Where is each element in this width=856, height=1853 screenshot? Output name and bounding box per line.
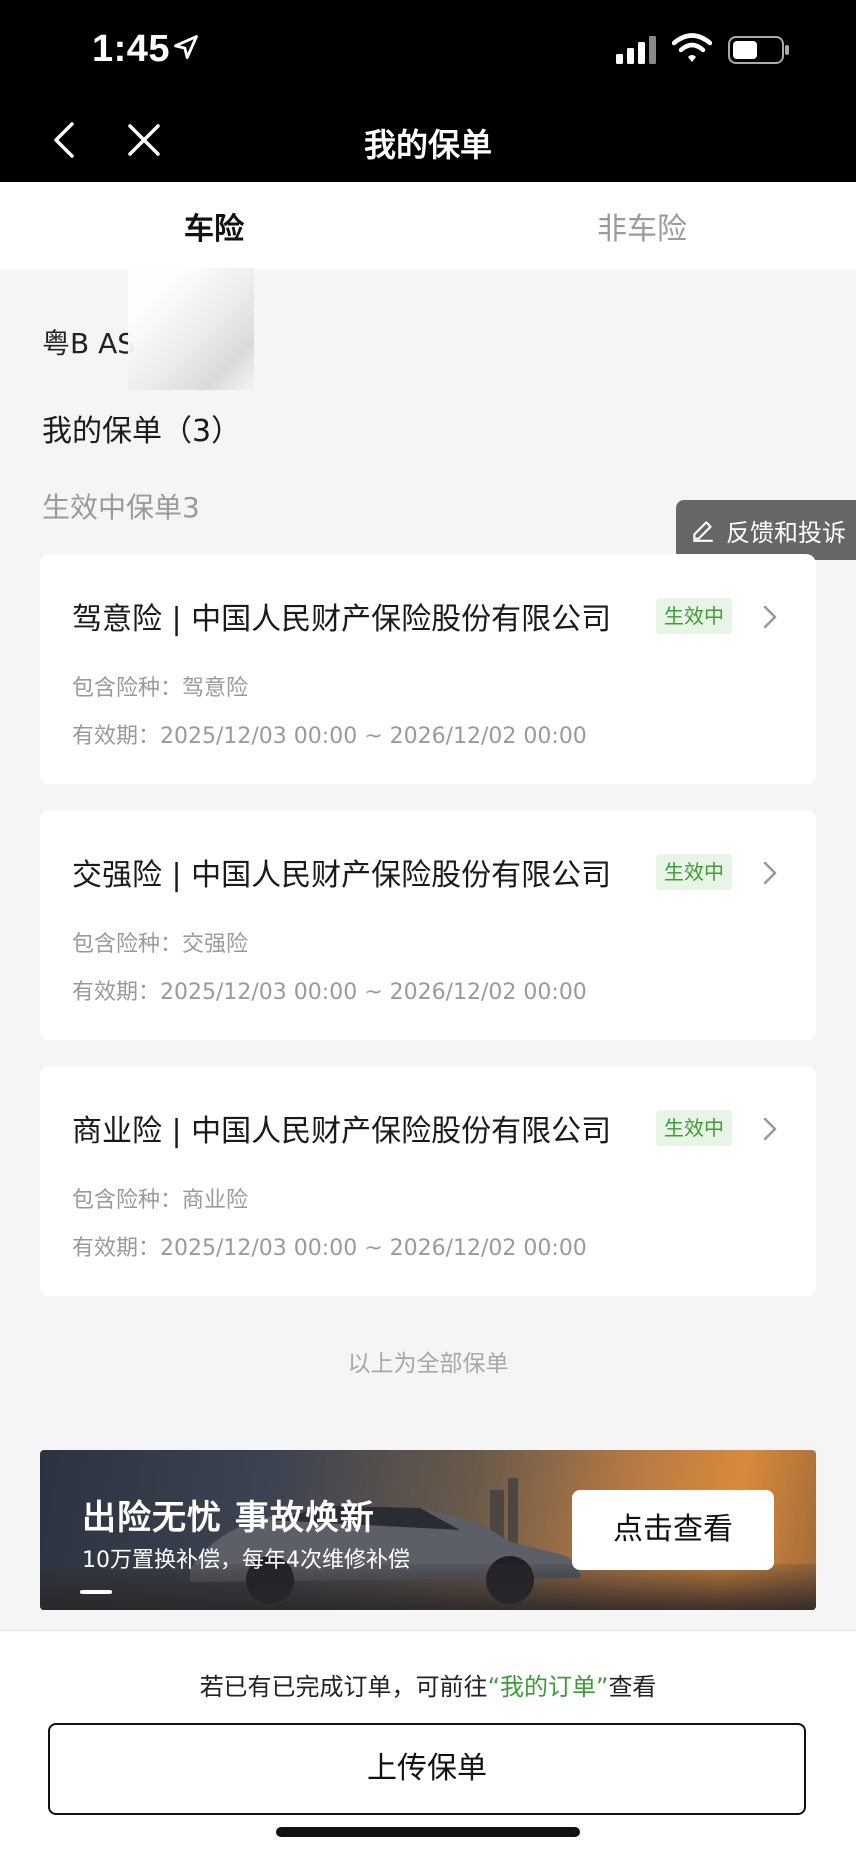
status-badge: 生效中 bbox=[656, 1110, 732, 1146]
tab-non-car-insurance[interactable]: 非车险 bbox=[532, 204, 752, 248]
page-title: 我的保单 bbox=[363, 126, 492, 164]
carousel-indicator bbox=[80, 1590, 112, 1594]
policy-card[interactable]: 驾意险 | 中国人民财产保险股份有限公司 生效中 包含险种：驾意险 有效期：20… bbox=[40, 554, 816, 784]
chevron-right-icon bbox=[763, 605, 777, 629]
policy-coverage: 包含险种：商业险 bbox=[72, 1188, 249, 1213]
chevron-right-icon bbox=[763, 861, 777, 885]
chevron-right-icon bbox=[763, 1117, 777, 1141]
policy-card[interactable]: 交强险 | 中国人民财产保险股份有限公司 生效中 包含险种：交强险 有效期：20… bbox=[40, 810, 816, 1040]
tab-bar: 车险 非车险 bbox=[0, 182, 856, 270]
promo-banner[interactable]: 出险无忧 事故焕新 10万置换补偿，每年4次维修补偿 点击查看 bbox=[40, 1450, 816, 1610]
policy-title: 交强险 | 中国人民财产保险股份有限公司 bbox=[72, 858, 612, 893]
redaction-mask bbox=[128, 268, 254, 390]
status-badge: 生效中 bbox=[656, 854, 732, 890]
feedback-button[interactable]: 反馈和投诉 bbox=[676, 500, 856, 560]
policy-period: 有效期：2025/12/03 00:00 ~ 2026/12/02 00:00 bbox=[72, 1236, 587, 1261]
banner-title: 出险无忧 事故焕新 bbox=[82, 1498, 375, 1538]
active-policies-count: 生效中保单3 bbox=[42, 491, 200, 524]
location-arrow-icon bbox=[174, 35, 198, 59]
bottom-bar: 若已有已完成订单，可前往“我的订单”查看 上传保单 bbox=[0, 1630, 856, 1853]
orders-hint-prefix: 若已有已完成订单，可前往 bbox=[199, 1673, 488, 1701]
policy-period: 有效期：2025/12/03 00:00 ~ 2026/12/02 00:00 bbox=[72, 980, 587, 1005]
policy-title: 驾意险 | 中国人民财产保险股份有限公司 bbox=[72, 602, 612, 637]
license-plate: 粤B AS bbox=[42, 327, 136, 360]
status-time: 1:45 bbox=[92, 28, 171, 70]
policy-title: 商业险 | 中国人民财产保险股份有限公司 bbox=[72, 1114, 612, 1149]
view-details-button[interactable]: 点击查看 bbox=[572, 1490, 774, 1570]
status-badge: 生效中 bbox=[656, 598, 732, 634]
orders-hint: 若已有已完成订单，可前往“我的订单”查看 bbox=[0, 1667, 856, 1702]
policy-card[interactable]: 商业险 | 中国人民财产保险股份有限公司 生效中 包含险种：商业险 有效期：20… bbox=[40, 1066, 816, 1296]
orders-hint-suffix: 查看 bbox=[608, 1673, 657, 1701]
list-end-text: 以上为全部保单 bbox=[347, 1351, 509, 1377]
policy-coverage: 包含险种：驾意险 bbox=[72, 676, 249, 701]
battery-icon bbox=[728, 36, 789, 64]
upload-policy-button[interactable]: 上传保单 bbox=[48, 1723, 806, 1815]
feedback-label: 反馈和投诉 bbox=[726, 518, 846, 547]
wifi-icon bbox=[672, 33, 712, 62]
home-indicator[interactable] bbox=[276, 1827, 580, 1837]
my-orders-link[interactable]: “我的订单” bbox=[488, 1673, 609, 1701]
nav-bar: 我的保单 bbox=[0, 100, 856, 182]
tab-car-insurance[interactable]: 车险 bbox=[104, 204, 324, 248]
banner-subtitle: 10万置换补偿，每年4次维修补偿 bbox=[82, 1548, 410, 1573]
my-policies-heading: 我的保单（3） bbox=[42, 414, 242, 449]
policy-coverage: 包含险种：交强险 bbox=[72, 932, 249, 957]
edit-icon bbox=[693, 521, 713, 542]
signal-icon bbox=[616, 36, 656, 64]
status-bar: 1:45 bbox=[0, 0, 856, 100]
policy-period: 有效期：2025/12/03 00:00 ~ 2026/12/02 00:00 bbox=[72, 724, 587, 749]
